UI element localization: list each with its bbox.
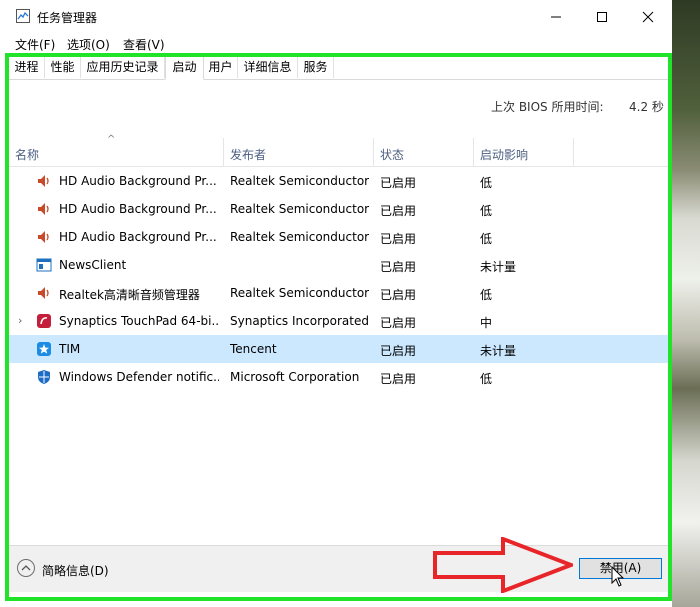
minimize-button[interactable] bbox=[533, 0, 579, 33]
window-title: 任务管理器 bbox=[37, 11, 98, 25]
close-button[interactable] bbox=[625, 0, 671, 33]
maximize-icon bbox=[597, 11, 607, 22]
task-manager-window: 任务管理器 文件(F) 选项(O) 查看(V) 进程 性能 应用历史记录 启动 … bbox=[0, 0, 672, 607]
menu-file[interactable]: 文件(F) bbox=[15, 36, 55, 53]
maximize-button[interactable] bbox=[579, 0, 625, 33]
highlight-frame bbox=[5, 53, 672, 601]
minimize-icon bbox=[551, 16, 561, 17]
task-manager-icon bbox=[16, 9, 30, 23]
title-bar: 任务管理器 bbox=[0, 0, 672, 33]
close-icon bbox=[642, 11, 654, 22]
desktop-background bbox=[670, 0, 700, 607]
menu-options[interactable]: 选项(O) bbox=[67, 36, 110, 53]
menu-bar: 文件(F) 选项(O) 查看(V) bbox=[0, 33, 672, 53]
menu-view[interactable]: 查看(V) bbox=[123, 36, 165, 53]
